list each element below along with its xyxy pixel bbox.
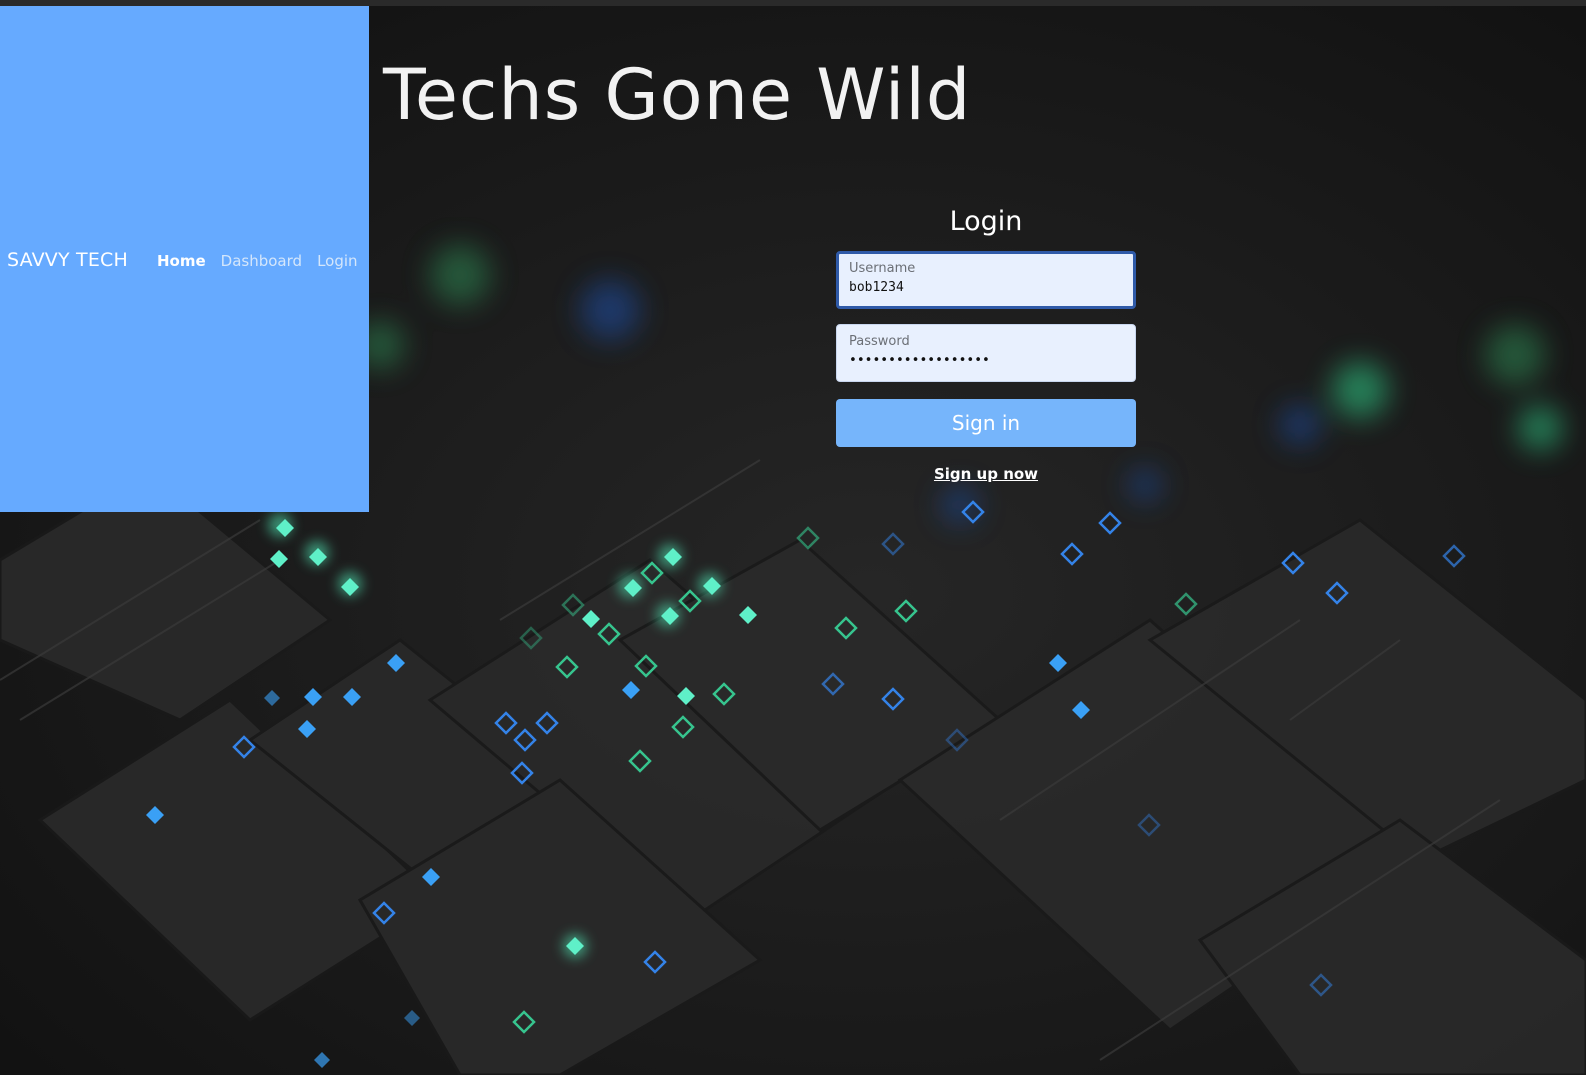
nav-links: Home Dashboard Login xyxy=(157,252,358,270)
sign-in-button[interactable]: Sign in xyxy=(836,399,1136,447)
nav-panel: SAVVY TECH Home Dashboard Login xyxy=(0,6,369,512)
username-field[interactable]: Username xyxy=(836,251,1136,309)
nav-link-home[interactable]: Home xyxy=(157,252,206,270)
login-form: Login Username Password Sign in Sign up … xyxy=(836,206,1136,483)
password-label: Password xyxy=(849,334,910,349)
password-input[interactable] xyxy=(849,350,1123,368)
username-label: Username xyxy=(849,261,916,276)
sign-up-link[interactable]: Sign up now xyxy=(836,465,1136,483)
password-field[interactable]: Password xyxy=(836,324,1136,382)
login-heading: Login xyxy=(949,206,1023,237)
nav-link-dashboard[interactable]: Dashboard xyxy=(221,252,302,270)
nav-link-login[interactable]: Login xyxy=(317,252,357,270)
username-input[interactable] xyxy=(849,277,1123,295)
site-title: Techs Gone Wild xyxy=(383,54,972,136)
brand-logo-text[interactable]: SAVVY TECH xyxy=(7,249,128,271)
